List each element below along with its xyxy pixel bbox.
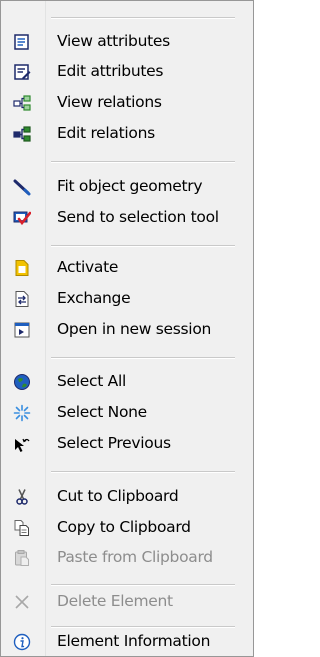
menu-item-label: Select None [57, 403, 147, 421]
menu-item-label: Edit attributes [57, 62, 164, 80]
menu-item-select-all[interactable]: Select All [1, 366, 253, 396]
open-in-new-session-icon [13, 321, 31, 339]
menu-item-copy-to-clipboard[interactable]: Copy to Clipboard [1, 512, 253, 542]
menu-item-view-attributes[interactable]: View attributes [1, 26, 253, 56]
menu-item-view-relations[interactable]: View relations [1, 87, 253, 117]
cut-icon [13, 488, 31, 506]
activate-icon [13, 259, 31, 277]
menu-separator [51, 471, 235, 473]
select-previous-icon [13, 435, 31, 453]
menu-item-label: Open in new session [57, 320, 212, 338]
menu-item-label: Cut to Clipboard [57, 487, 179, 505]
menu-item-label: Select All [57, 372, 126, 390]
menu-separator-top [51, 17, 235, 19]
view-attributes-icon [13, 33, 31, 51]
menu-item-label: Delete Element [57, 592, 173, 610]
menu-item-paste-from-clipboard[interactable]: Paste from Clipboard [1, 542, 253, 572]
menu-item-exchange[interactable]: Exchange [1, 283, 253, 313]
menu-item-label: Element Information [57, 632, 211, 650]
fit-geometry-icon [13, 178, 31, 196]
menu-item-label: Paste from Clipboard [57, 548, 213, 566]
menu-item-cut-to-clipboard[interactable]: Cut to Clipboard [1, 481, 253, 511]
select-none-icon [13, 404, 31, 422]
context-menu: View attributes Edit attributes View rel… [0, 0, 254, 657]
exchange-icon [13, 290, 31, 308]
menu-item-fit-object-geometry[interactable]: Fit object geometry [1, 171, 253, 201]
edit-relations-icon [13, 125, 31, 143]
menu-item-element-information[interactable]: Element Information [1, 626, 253, 656]
send-to-selection-tool-icon [13, 209, 32, 227]
menu-item-label: Fit object geometry [57, 177, 203, 195]
menu-item-label: Select Previous [57, 434, 171, 452]
delete-icon [13, 593, 31, 611]
menu-item-delete-element[interactable]: Delete Element [1, 586, 253, 616]
menu-item-activate[interactable]: Activate [1, 252, 253, 282]
select-all-icon [13, 373, 31, 391]
menu-item-label: Exchange [57, 289, 131, 307]
menu-item-select-none[interactable]: Select None [1, 397, 253, 427]
menu-item-label: View relations [57, 93, 162, 111]
menu-item-label: Activate [57, 258, 119, 276]
paste-icon [13, 549, 31, 567]
copy-icon [13, 519, 31, 537]
menu-separator [51, 357, 235, 359]
menu-item-edit-attributes[interactable]: Edit attributes [1, 56, 253, 86]
menu-item-label: Send to selection tool [57, 208, 219, 226]
menu-item-label: Copy to Clipboard [57, 518, 191, 536]
menu-item-open-in-new-session[interactable]: Open in new session [1, 314, 253, 344]
menu-item-label: Edit relations [57, 124, 155, 142]
menu-item-edit-relations[interactable]: Edit relations [1, 118, 253, 148]
menu-item-label: View attributes [57, 32, 170, 50]
menu-item-select-previous[interactable]: Select Previous [1, 428, 253, 458]
menu-separator [51, 161, 235, 163]
info-icon [13, 633, 31, 651]
menu-item-send-to-selection-tool[interactable]: Send to selection tool [1, 202, 253, 232]
edit-attributes-icon [13, 63, 31, 81]
view-relations-icon [13, 94, 31, 112]
menu-separator [51, 245, 235, 247]
